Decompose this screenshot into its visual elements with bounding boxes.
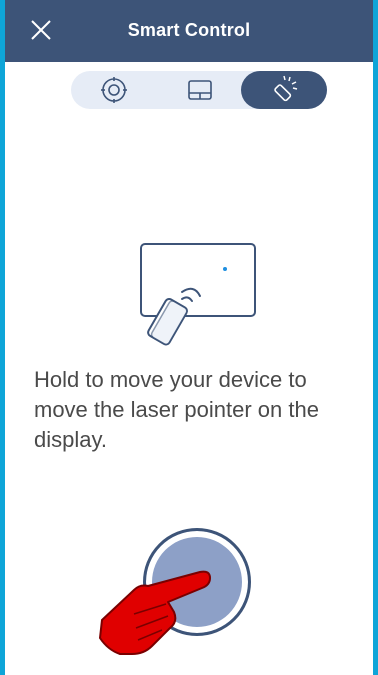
laser-pointer-display-illustration bbox=[140, 243, 256, 346]
page-title: Smart Control bbox=[127, 20, 251, 40]
trackpad-icon bbox=[188, 80, 212, 100]
laser-pointer-icon bbox=[274, 75, 298, 102]
left-edge bbox=[0, 0, 5, 675]
instruction-text: Hold to move your device to move the las… bbox=[34, 367, 319, 452]
header-bar: Smart Control bbox=[5, 0, 373, 62]
smart-control-screen: Smart Control Hold to move your device t… bbox=[0, 0, 378, 675]
control-mode-tabs bbox=[71, 71, 327, 109]
right-edge bbox=[373, 0, 378, 675]
pointing-hand-icon bbox=[99, 570, 211, 655]
tab-trackpad[interactable] bbox=[157, 71, 243, 109]
crosshair-icon bbox=[101, 77, 127, 103]
tab-direction-pad[interactable] bbox=[71, 71, 157, 109]
tab-laser-pointer[interactable] bbox=[241, 71, 327, 109]
